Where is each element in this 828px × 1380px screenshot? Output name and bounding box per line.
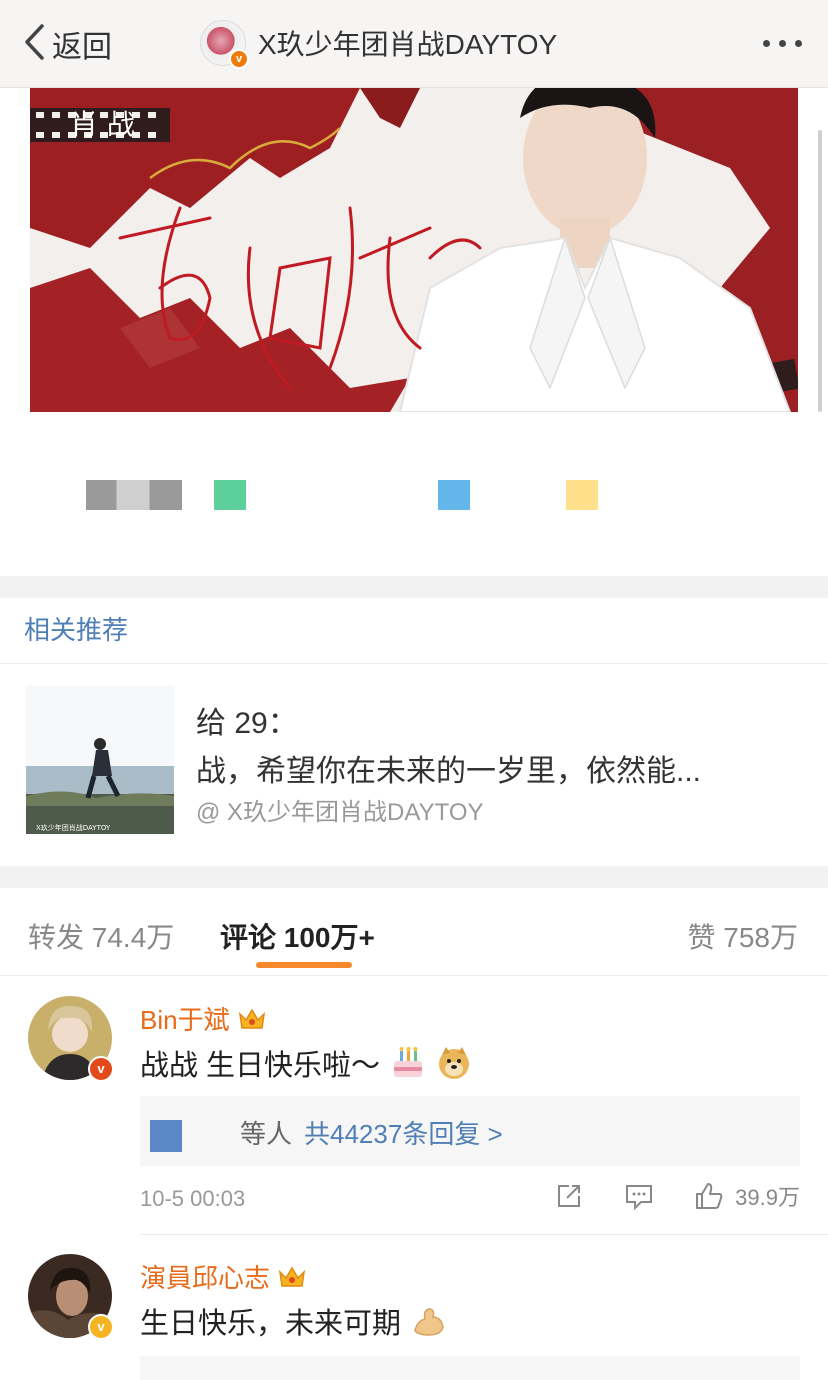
commenter-name-text: Bin于斌: [140, 1005, 230, 1035]
comment-actions: 39.9万: [515, 1180, 800, 1212]
hashtag-row: [0, 480, 828, 520]
verified-badge: v: [88, 1056, 114, 1082]
strong-arm-emoji-icon: [411, 1303, 447, 1339]
reply-avatar: [150, 1120, 182, 1152]
tab-comment[interactable]: 评论 100万+: [220, 916, 375, 956]
section-divider: [0, 576, 828, 598]
related-post-thumbnail[interactable]: X玖少年团肖战DAYTOY: [26, 686, 174, 834]
cake-emoji-icon: [390, 1045, 426, 1081]
related-post-card[interactable]: X玖少年团肖战DAYTOY 给 29： 战，希望你在未来的一岁里，依然能... …: [0, 664, 828, 864]
account-title[interactable]: v X玖少年团肖战DAYTOY: [200, 20, 558, 69]
scrollbar[interactable]: [818, 130, 822, 412]
commenter-name[interactable]: 演員邱心志: [140, 1258, 306, 1295]
like-icon[interactable]: [693, 1180, 725, 1212]
divider: [140, 1234, 828, 1235]
related-post-source[interactable]: @ X玖少年团肖战DAYTOY: [196, 792, 484, 827]
blurred-item: [566, 480, 598, 510]
like-count: 39.9万: [735, 1185, 800, 1210]
account-avatar[interactable]: v: [200, 20, 249, 69]
comment-body: 战战 生日快乐啦～: [140, 1050, 381, 1082]
section-divider: [0, 866, 828, 888]
tab-repost[interactable]: 转发 74.4万: [28, 916, 174, 956]
related-post-line2: 战，希望你在未来的一岁里，依然能...: [196, 755, 702, 788]
back-button[interactable]: 返回: [22, 22, 112, 67]
vip-crown-icon: [238, 1006, 266, 1032]
reply-summary[interactable]: 等人 共44237条回复 >: [140, 1096, 800, 1166]
share-icon[interactable]: [553, 1180, 585, 1212]
reply-summary-text: 等人 共44237条回复 >: [240, 1114, 503, 1151]
verified-badge: v: [88, 1314, 114, 1340]
comment-item: v Bin于斌 战战 生日快乐啦～ 等人 共44237条回复 > 10-5 00:…: [0, 976, 828, 1234]
comment-item: v 演員邱心志 生日快乐，未来可期: [0, 1236, 828, 1380]
verified-badge: v: [229, 49, 249, 69]
chevron-left-icon: [22, 22, 46, 67]
reply-suffix: 等人: [240, 1119, 293, 1149]
comment-body: 生日快乐，未来可期: [140, 1308, 402, 1340]
post-image[interactable]: 肖 战: [30, 88, 798, 412]
more-options-icon[interactable]: [763, 40, 802, 47]
interaction-tabs: 转发 74.4万 评论 100万+ 赞 758万: [0, 888, 828, 976]
active-tab-indicator: [256, 962, 352, 968]
related-post-line1: 给 29：: [196, 707, 298, 740]
thumb-watermark: X玖少年团肖战DAYTOY: [36, 823, 111, 832]
doge-emoji-icon: [436, 1045, 472, 1081]
comment-meta: 10-5 00:03 39.9万: [140, 1180, 800, 1220]
weibo-post-page: 返回 v X玖少年团肖战DAYTOY 肖 战 相关推荐 X玖少年团肖战DAYTO…: [0, 0, 828, 1380]
blurred-item: [214, 480, 246, 510]
comment-time: 10-5 00:03: [140, 1186, 246, 1211]
vip-crown-icon: [278, 1264, 306, 1290]
blurred-item: [86, 480, 182, 510]
back-label: 返回: [52, 31, 112, 64]
page-title: X玖少年团肖战DAYTOY: [258, 29, 558, 60]
commenter-name[interactable]: Bin于斌: [140, 1000, 266, 1037]
top-nav-bar: 返回 v X玖少年团肖战DAYTOY: [0, 0, 828, 88]
hero-tag: 肖 战: [70, 108, 135, 141]
comment-text: 生日快乐，未来可期: [140, 1300, 447, 1342]
comment-icon[interactable]: [623, 1180, 655, 1212]
comment-text: 战战 生日快乐啦～: [140, 1042, 472, 1084]
reply-summary[interactable]: [140, 1356, 800, 1380]
view-replies-link[interactable]: 共44237条回复 >: [304, 1119, 503, 1149]
blurred-item: [438, 480, 470, 510]
related-section-title: 相关推荐: [24, 615, 129, 645]
commenter-name-text: 演員邱心志: [140, 1263, 271, 1293]
tab-like[interactable]: 赞 758万: [688, 916, 799, 956]
